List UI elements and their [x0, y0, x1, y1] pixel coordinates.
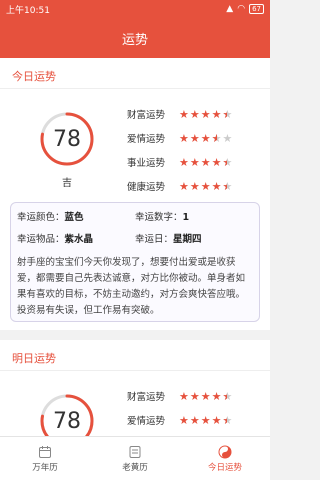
lucky-grid: 幸运颜色：蓝色 幸运数字：1 幸运物品：紫水晶 幸运日：星期四: [17, 209, 253, 245]
star-icon: ★: [200, 107, 211, 121]
lucky-color-value: 蓝色: [64, 212, 84, 223]
today-rating-stars: ★ ★ ★ ★ ★: [179, 133, 232, 144]
lucky-item-label: 幸运物品：: [17, 234, 65, 245]
star-icon: ★: [179, 107, 189, 121]
today-card-title: 今日运势: [12, 70, 56, 83]
star-icon: ★: [200, 155, 211, 169]
star-icon: ★: [223, 391, 233, 402]
tomorrow-rating-stars: ★ ★ ★ ★ ★: [179, 391, 232, 402]
status-icons: ▲ ◠ 67: [226, 4, 264, 14]
lucky-color: 幸运颜色：蓝色: [17, 209, 135, 223]
today-rating-label: 健康运势: [127, 182, 166, 193]
tab-almanac-label: 老黄历: [122, 462, 148, 473]
wifi-icon: ◠: [237, 4, 246, 14]
divider: [0, 370, 270, 371]
signal-icon: ▲: [226, 4, 234, 14]
star-icon: ★: [223, 157, 233, 168]
today-rating-row: 财富运势 ★ ★ ★ ★ ★: [127, 102, 262, 126]
today-rating-row: 健康运势 ★ ★ ★ ★ ★: [127, 174, 262, 198]
today-rating-stars: ★ ★ ★ ★ ★: [179, 181, 232, 192]
lucky-day-label: 幸运日：: [135, 234, 174, 245]
tab-calendar-label: 万年历: [32, 462, 58, 473]
lucky-item-value: 紫水晶: [64, 234, 94, 245]
almanac-icon: [129, 445, 141, 458]
lucky-info-box: 幸运颜色：蓝色 幸运数字：1 幸运物品：紫水晶 幸运日：星期四 射手座的宝宝们今…: [10, 202, 260, 322]
star-icon: ★: [200, 179, 211, 193]
star-icon: ★: [223, 109, 233, 120]
star-icon: ★: [200, 131, 211, 145]
tomorrow-ratings-list: 财富运势★★★★★爱情运势★★★★★事业运势★★★★★: [127, 384, 262, 436]
star-icon: ★: [189, 131, 200, 145]
status-time: 上午10:51: [6, 5, 50, 16]
tomorrow-rating-stars: ★ ★ ★ ★ ★: [179, 415, 232, 426]
star-icon: ★: [211, 107, 222, 121]
today-fortune-card: 今日运势 78 吉 财富运势★★★★★爱情运势★★★★★事业运势★★★★★健康运…: [0, 58, 270, 330]
battery-icon: 67: [249, 4, 264, 14]
tab-today-fortune-label: 今日运势: [207, 462, 242, 473]
star-icon: ★: [189, 389, 200, 403]
title-bar: 运势: [0, 18, 270, 58]
tomorrow-rating-label: 财富运势: [127, 392, 166, 403]
star-icon: ★: [179, 155, 189, 169]
today-rating-stars: ★ ★ ★ ★ ★: [179, 157, 232, 168]
tomorrow-rating-label: 爱情运势: [127, 416, 166, 427]
today-rating-label: 事业运势: [127, 158, 166, 169]
calendar-icon: [39, 445, 51, 458]
tab-today-fortune[interactable]: 今日运势: [180, 437, 270, 480]
today-rating-stars: ★ ★ ★ ★ ★: [179, 109, 232, 120]
tomorrow-rating-row: 爱情运势 ★ ★ ★ ★ ★: [127, 408, 262, 432]
tomorrow-card-title: 明日运势: [12, 352, 56, 365]
tomorrow-score-value: 78: [53, 408, 81, 434]
star-icon: ★: [211, 179, 222, 193]
status-bar: 上午10:51 ▲ ◠ 67: [0, 0, 270, 18]
today-rating-row: 爱情运势 ★ ★ ★ ★ ★: [127, 126, 262, 150]
lucky-number-label: 幸运数字：: [135, 212, 183, 223]
star-icon: ★: [189, 179, 200, 193]
star-icon: ★: [179, 131, 189, 145]
fortune-description: 射手座的宝宝们今天你发现了，想要付出爱或是收获爱，都需要自己先表达诚意，对方比你…: [17, 257, 246, 316]
star-icon: ★: [222, 131, 233, 145]
star-icon: ★: [179, 389, 189, 403]
today-rating-label: 爱情运势: [127, 134, 166, 145]
lucky-day: 幸运日：星期四: [135, 231, 253, 245]
lucky-color-label: 幸运颜色：: [17, 212, 65, 223]
star-icon: ★: [179, 413, 189, 427]
star-icon: ★: [179, 179, 189, 193]
star-icon: ★: [211, 413, 222, 427]
tab-almanac[interactable]: 老黄历: [90, 437, 180, 480]
content-scroll[interactable]: 今日运势 78 吉 财富运势★★★★★爱情运势★★★★★事业运势★★★★★健康运…: [0, 58, 270, 436]
lucky-number: 幸运数字：1: [135, 209, 253, 223]
star-icon: ★: [223, 181, 233, 192]
lucky-day-value: 星期四: [173, 234, 202, 245]
today-rating-row: 事业运势 ★ ★ ★ ★ ★: [127, 150, 262, 174]
star-icon: ★: [200, 413, 211, 427]
today-score-tag: 吉: [62, 178, 72, 189]
tomorrow-score-ring: 78: [38, 392, 96, 436]
star-icon: ★: [189, 155, 200, 169]
lucky-number-value: 1: [182, 212, 190, 223]
tomorrow-fortune-card: 明日运势 78 财富运势★★★★★爱情运势★★★★★事业运势★★★★★: [0, 340, 270, 436]
star-icon: ★: [223, 415, 233, 426]
star-icon: ★: [189, 107, 200, 121]
tomorrow-rating-row: 财富运势 ★ ★ ★ ★ ★: [127, 384, 262, 408]
star-icon: ★: [212, 133, 222, 144]
star-icon: ★: [211, 155, 222, 169]
tab-calendar[interactable]: 万年历: [0, 437, 90, 480]
star-icon: ★: [211, 389, 222, 403]
divider: [0, 88, 270, 89]
page-title: 运势: [121, 32, 148, 48]
today-rating-label: 财富运势: [127, 110, 166, 121]
today-ratings-list: 财富运势★★★★★爱情运势★★★★★事业运势★★★★★健康运势★★★★★: [127, 102, 262, 198]
star-icon: ★: [189, 413, 200, 427]
today-score-ring: 78: [38, 110, 96, 168]
lucky-item: 幸运物品：紫水晶: [17, 231, 135, 245]
bottom-tab-bar: 万年历 老黄历 今日运势: [0, 436, 270, 480]
yin-yang-icon: [218, 445, 232, 458]
today-score-value: 78: [53, 126, 81, 152]
star-icon: ★: [200, 389, 211, 403]
